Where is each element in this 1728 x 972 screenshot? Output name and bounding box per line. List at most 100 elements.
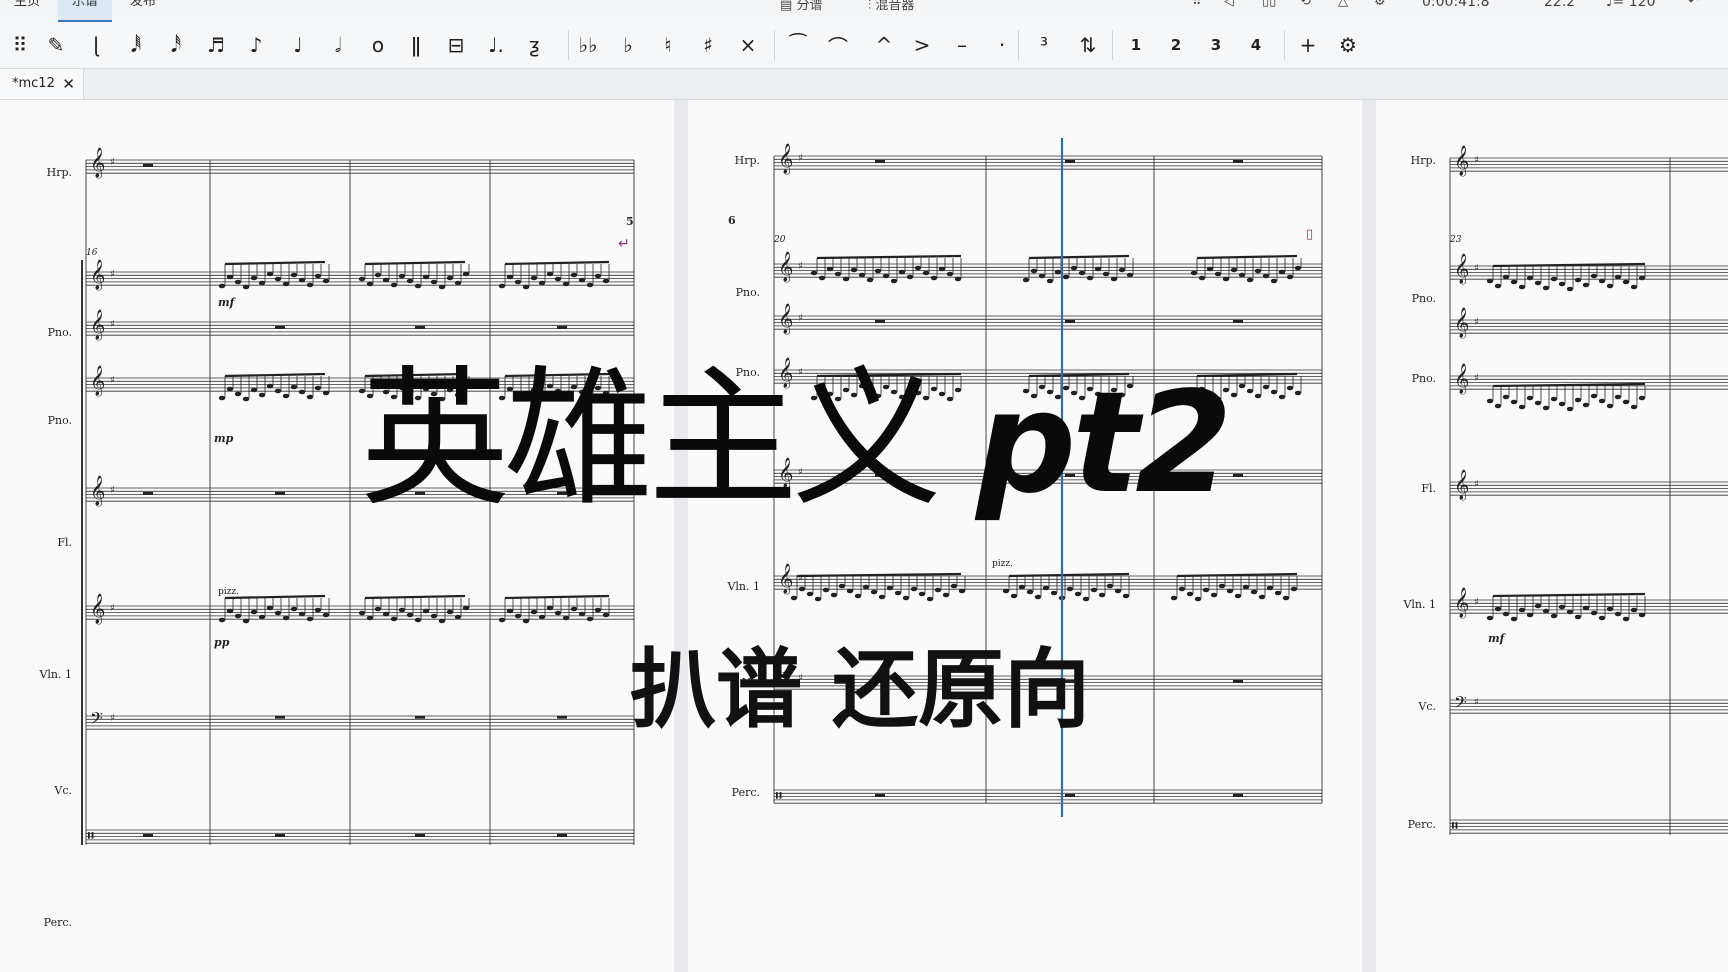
menu-home[interactable]: 主页 bbox=[14, 0, 40, 20]
percussion-clef: 𝄥 bbox=[88, 826, 94, 847]
toolbar-separator bbox=[1284, 30, 1285, 60]
playback-grip-icon[interactable]: ⠿ bbox=[1192, 0, 1202, 9]
natural-icon[interactable]: ♮ bbox=[652, 30, 684, 60]
whole-rest bbox=[143, 492, 153, 495]
accent-note-icon[interactable]: ɭ bbox=[80, 30, 112, 60]
accent-icon[interactable]: > bbox=[906, 30, 938, 60]
settings-icon[interactable]: ⚙ bbox=[1332, 30, 1364, 60]
playback-settings-icon[interactable]: ⚙ bbox=[1374, 0, 1386, 9]
instrument-label: Fl. bbox=[1421, 482, 1436, 495]
longa-icon[interactable]: ⊟ bbox=[440, 30, 472, 60]
treble-clef: 𝄞 bbox=[1454, 145, 1469, 177]
voice-2-icon[interactable]: 2 bbox=[1160, 30, 1192, 60]
treble-clef: 𝄞 bbox=[90, 365, 105, 397]
dynamic-mark: mf bbox=[1488, 632, 1507, 645]
pizz-marking: pizz. bbox=[218, 587, 239, 597]
tuplet-icon[interactable]: ³ bbox=[1028, 30, 1060, 60]
metronome-icon[interactable]: △ bbox=[1338, 0, 1348, 9]
bass-clef: 𝄢 bbox=[1454, 692, 1467, 716]
key-signature: ♯ bbox=[1474, 597, 1479, 608]
toolbar-separator bbox=[1018, 30, 1019, 60]
staff-line bbox=[86, 321, 634, 336]
score-notation: 16 5 ↵ Hrp. Pno. Pno. Fl. Vln. 1 Vc. Perc. 𝄞 ♯ 𝄞 ♯ 𝄞 ♯ 𝄞… bbox=[38, 138, 1728, 929]
add-icon[interactable]: + bbox=[1292, 30, 1324, 60]
whole-rest bbox=[275, 326, 285, 329]
tenuto-icon[interactable]: – bbox=[946, 30, 978, 60]
64th-note-icon[interactable]: 𝅘𝅥𝅱 bbox=[120, 30, 152, 60]
tie-icon[interactable]: ⁀ bbox=[782, 30, 814, 60]
32nd-note-icon[interactable]: 𝅘𝅥𝅰 bbox=[160, 30, 192, 60]
note-group bbox=[790, 572, 966, 602]
whole-rest bbox=[1233, 680, 1243, 683]
augmentation-dot-icon[interactable]: ♩. bbox=[480, 30, 512, 60]
score-canvas[interactable]: 16 5 ↵ Hrp. Pno. Pno. Fl. Vln. 1 Vc. Perc. 𝄞 ♯ 𝄞 ♯ 𝄞 ♯ 𝄞… bbox=[0, 100, 1728, 972]
sharp-icon[interactable]: ♯ bbox=[692, 30, 724, 60]
staff-line bbox=[774, 155, 1322, 170]
parts-button[interactable]: ▤ 分谱 bbox=[780, 0, 822, 13]
key-signature: ♯ bbox=[1474, 155, 1479, 166]
mixer-button[interactable]: ⫶ 混音器 bbox=[868, 0, 914, 13]
whole-rest bbox=[1233, 320, 1243, 323]
half-note-icon[interactable]: 𝅗𝅥 bbox=[322, 30, 354, 60]
instrument-label: Perc. bbox=[1408, 818, 1436, 831]
flat-icon[interactable]: ♭ bbox=[612, 30, 644, 60]
play-icon[interactable]: ▯▯ bbox=[1262, 0, 1276, 9]
document-tab-bar: *mc12 ✕ bbox=[0, 69, 1728, 100]
staff-line bbox=[1450, 157, 1728, 172]
whole-rest bbox=[1233, 474, 1243, 477]
pencil-icon[interactable]: ✎ bbox=[40, 30, 72, 60]
measure-number: 20 bbox=[773, 235, 786, 245]
key-signature: ♯ bbox=[1474, 479, 1479, 490]
note-group bbox=[1190, 254, 1302, 284]
instrument-label: Vc. bbox=[53, 784, 72, 797]
whole-rest bbox=[143, 164, 153, 167]
double-sharp-icon[interactable]: × bbox=[732, 30, 764, 60]
staff-line bbox=[86, 159, 634, 174]
top-menu-bar: 主页 乐谱 发布 ▤ 分谱 ⫶ 混音器 ⠿ ◁ ▯▯ ⟲ △ ⚙ 0:00:41… bbox=[0, 0, 1728, 23]
voice-1-icon[interactable]: 1 bbox=[1120, 30, 1152, 60]
slur-icon[interactable]: ⌒ bbox=[822, 30, 854, 60]
key-signature: ♯ bbox=[110, 319, 115, 330]
page-number: 6 bbox=[728, 214, 736, 227]
whole-rest bbox=[275, 834, 285, 837]
treble-clef: 𝄞 bbox=[778, 563, 793, 595]
rewind-icon[interactable]: ◁ bbox=[1224, 0, 1234, 9]
whole-rest bbox=[557, 834, 567, 837]
voice-4-icon[interactable]: 4 bbox=[1240, 30, 1272, 60]
whole-rest bbox=[875, 794, 885, 797]
16th-note-icon[interactable]: ♬ bbox=[200, 30, 232, 60]
undo-icon[interactable]: ↶ bbox=[1688, 0, 1699, 9]
instrument-label: Pno. bbox=[736, 286, 760, 299]
key-signature: ♯ bbox=[110, 603, 115, 614]
key-signature: ♯ bbox=[798, 261, 803, 272]
tempo-display: ♩= 120 bbox=[1606, 0, 1656, 10]
parts-icon: ▤ bbox=[780, 0, 793, 13]
instrument-label: Vln. 1 bbox=[726, 580, 760, 593]
eighth-note-icon[interactable]: ♪ bbox=[240, 30, 272, 60]
whole-note-icon[interactable]: o bbox=[362, 30, 394, 60]
instrument-label: Vc. bbox=[1417, 700, 1436, 713]
parts-label: 分谱 bbox=[796, 0, 823, 13]
document-tab-label: *mc12 bbox=[12, 76, 55, 91]
double-flat-icon[interactable]: ♭♭ bbox=[572, 30, 604, 60]
flip-direction-icon[interactable]: ⇅ bbox=[1072, 30, 1104, 60]
menu-score[interactable]: 乐谱 bbox=[58, 0, 113, 22]
whole-rest bbox=[1065, 794, 1075, 797]
close-icon[interactable]: ✕ bbox=[62, 69, 75, 99]
staccato-icon[interactable]: · bbox=[986, 30, 1018, 60]
loop-icon[interactable]: ⟲ bbox=[1300, 0, 1311, 9]
rest-icon[interactable]: ƺ bbox=[518, 30, 550, 60]
grip-icon[interactable]: ⠿ bbox=[4, 30, 36, 60]
voice-3-icon[interactable]: 3 bbox=[1200, 30, 1232, 60]
menu-publish[interactable]: 发布 bbox=[130, 0, 156, 20]
marcato-icon[interactable]: ^ bbox=[868, 30, 900, 60]
note-input-toolbar: ⠿ ✎ ɭ 𝅘𝅥𝅱 𝅘𝅥𝅰 ♬ ♪ ♩ 𝅗𝅥 o ǁ ⊟ ♩. ƺ ♭♭ ♭ ♮ ♯ × ⁀ ⌒ ^ > – · ³ ⇅ 1 2 3 4 + ⚙ bbox=[0, 22, 1728, 69]
toolbar-separator bbox=[1112, 30, 1113, 60]
system-break-icon: ↵ bbox=[618, 236, 630, 252]
quarter-note-icon[interactable]: ♩ bbox=[282, 30, 314, 60]
breve-icon[interactable]: ǁ bbox=[400, 30, 432, 60]
staff-line bbox=[1450, 699, 1728, 714]
note-group bbox=[1486, 382, 1646, 412]
measure-number: 23 bbox=[1449, 235, 1462, 245]
document-tab[interactable]: *mc12 ✕ bbox=[0, 69, 84, 99]
